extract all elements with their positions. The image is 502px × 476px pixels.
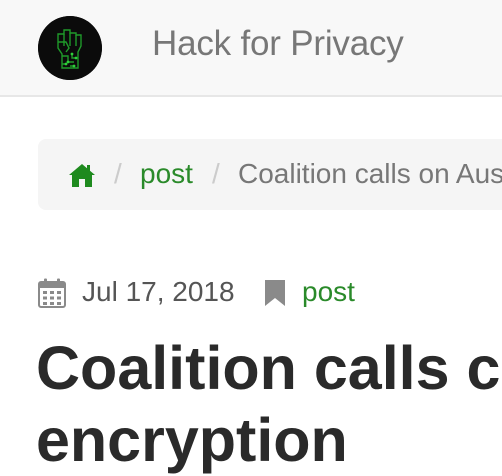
breadcrumb-current-page: Coalition calls on Aust (238, 158, 502, 189)
post-title-line: Coalition calls c (36, 334, 501, 402)
breadcrumb-separator: / (114, 158, 122, 189)
breadcrumb-separator: / (212, 158, 220, 189)
calendar-icon (38, 278, 66, 308)
navbar: Hack for Privacy (0, 0, 502, 97)
raised-fist-logo-icon[interactable] (38, 16, 102, 80)
post-category-link[interactable]: post (302, 276, 355, 308)
post-title: Coalition calls c encryption (36, 332, 502, 476)
post-date: Jul 17, 2018 (82, 276, 235, 307)
bookmark-icon (264, 279, 286, 307)
breadcrumb-link-post[interactable]: post (140, 158, 193, 190)
breadcrumb: / post / Coalition calls on Aust (38, 139, 502, 210)
post-title-line: encryption (36, 406, 348, 474)
site-brand-link[interactable]: Hack for Privacy (152, 24, 404, 64)
home-icon[interactable] (68, 162, 96, 188)
